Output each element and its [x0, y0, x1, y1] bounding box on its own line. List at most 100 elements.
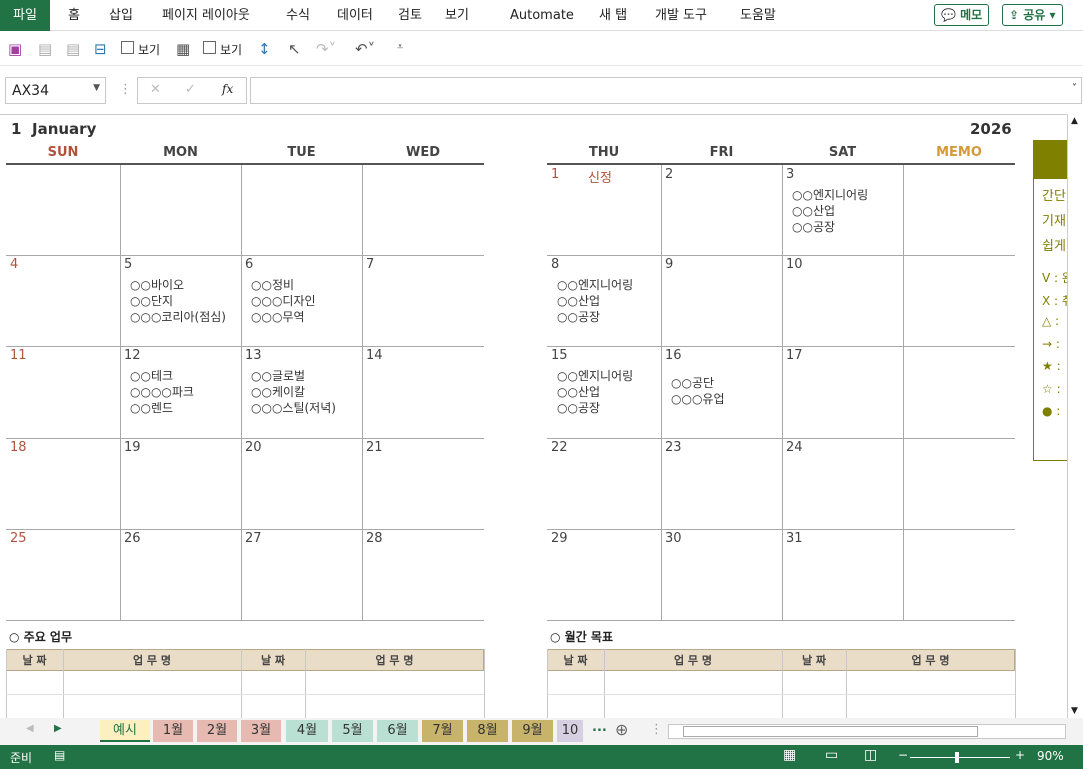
sheet-tab[interactable]: 10: [557, 720, 583, 742]
day-events[interactable]: ○○엔지니어링 ○○산업 ○○공장: [557, 277, 633, 325]
legend-item: V : 완: [1042, 271, 1067, 285]
scroll-up-icon[interactable]: ▲: [1071, 116, 1078, 126]
sheet-tab[interactable]: 8월: [467, 720, 508, 742]
day-number: 3: [786, 167, 795, 182]
memo-button[interactable]: 💬 메모: [934, 4, 990, 26]
cancel-icon[interactable]: ✕: [150, 82, 161, 97]
day-header-wed: WED: [405, 145, 440, 160]
view-checkbox-2[interactable]: [203, 41, 216, 54]
ribbon-tab[interactable]: 수식: [272, 0, 324, 31]
grid-line: [547, 529, 1015, 530]
day-events[interactable]: ○○공단 ○○○유업: [671, 375, 725, 407]
sheet-tab[interactable]: 2월: [197, 720, 237, 742]
name-box[interactable]: AX34 ▼: [5, 77, 106, 104]
prev-sheet-icon[interactable]: ◀: [26, 723, 34, 734]
view-label-1: 보기: [138, 43, 161, 57]
sheet-tab[interactable]: 예시: [100, 720, 150, 742]
formula-bar: AX34 ▼ ⋮ ✕ ✓ fx ˅: [0, 70, 1083, 110]
row-height-icon[interactable]: ↕: [258, 40, 271, 58]
sheet-tab[interactable]: 6월: [377, 720, 418, 742]
grid-line: [305, 649, 306, 718]
zoom-slider[interactable]: [910, 752, 1010, 763]
legend-item: → :: [1042, 336, 1060, 351]
paste-values-icon[interactable]: ▤: [38, 40, 52, 58]
scroll-thumb[interactable]: [683, 726, 978, 737]
ribbon-tab[interactable]: Automate: [496, 0, 588, 31]
normal-view-icon[interactable]: ▦: [783, 747, 796, 763]
vertical-scrollbar[interactable]: ▲ ▼: [1067, 114, 1083, 718]
ribbon-tab[interactable]: 페이지 레이아웃: [148, 0, 264, 31]
undo-icon[interactable]: ↶˅: [355, 40, 375, 58]
freeze-lock-icon[interactable]: ▦: [176, 40, 190, 58]
grid-line: [547, 649, 548, 718]
grid-line: [484, 649, 485, 718]
fit-width-icon[interactable]: ⊟: [94, 40, 107, 58]
sheet-tab[interactable]: 3월: [241, 720, 281, 742]
ribbon-tab[interactable]: 개발 도구: [641, 0, 721, 31]
day-events[interactable]: ○○글로벌 ○○케이칼 ○○○스틸(저녁): [251, 368, 336, 416]
ribbon-tab[interactable]: 데이터: [323, 0, 387, 31]
paste-formula-icon[interactable]: ▤: [66, 40, 80, 58]
memo-label: 메모: [960, 8, 983, 22]
memo-panel: 간단기재쉽게 V : 완 X : 취 △ : → : ★ : ☆ : ● :: [1033, 140, 1067, 461]
redo-icon[interactable]: ↷˅: [316, 40, 336, 58]
page-layout-icon[interactable]: ▭: [825, 747, 838, 763]
grid-line: [63, 649, 64, 718]
scroll-down-icon[interactable]: ▼: [1071, 706, 1078, 716]
memo-line: 쉽게: [1042, 239, 1066, 254]
next-sheet-icon[interactable]: ▶: [54, 723, 62, 734]
day-events[interactable]: ○○엔지니어링 ○○산업 ○○공장: [792, 187, 868, 235]
zoom-out-icon[interactable]: −: [898, 748, 908, 762]
sheet-tab[interactable]: 5월: [332, 720, 373, 742]
expand-icon[interactable]: ˅: [1072, 83, 1077, 94]
day-events[interactable]: ○○엔지니어링 ○○산업 ○○공장: [557, 368, 633, 416]
splitter-icon[interactable]: ⋮: [650, 722, 663, 737]
page-break-icon[interactable]: ◫: [864, 747, 877, 763]
zoom-slider-thumb[interactable]: [955, 752, 959, 763]
share-button[interactable]: ⇪ 공유 ▾: [1002, 4, 1063, 26]
day-events[interactable]: ○○정비 ○○○디자인 ○○○무역: [251, 277, 316, 325]
enter-icon[interactable]: ✓: [185, 82, 196, 97]
table-header-cell: 업 무 명: [132, 654, 172, 667]
add-sheet-icon[interactable]: ⊕: [615, 720, 628, 739]
ribbon-tab[interactable]: 파일: [0, 0, 50, 31]
more-tabs[interactable]: ...: [592, 720, 607, 735]
ribbon-tab[interactable]: 검토: [384, 0, 436, 31]
day-events[interactable]: ○○바이오 ○○단지 ○○○코리아(점심): [130, 277, 226, 325]
zoom-in-icon[interactable]: +: [1015, 748, 1025, 762]
sheet-tab[interactable]: 9월: [512, 720, 553, 742]
select-pointer-icon[interactable]: ↖: [288, 40, 301, 58]
grid-line: [241, 649, 242, 718]
table-header-cell: 날 짜: [563, 654, 588, 667]
ribbon-tab[interactable]: 도움말: [726, 0, 790, 31]
sheet-tab[interactable]: 4월: [286, 720, 328, 742]
ribbon-tab[interactable]: 삽입: [95, 0, 147, 31]
worksheet[interactable]: 1 January 2026 SUN MON TUE WED THU FRI SAT MEMO 1 신정…: [0, 114, 1067, 718]
day-events[interactable]: ○○테크 ○○○○파크 ○○렌드: [130, 368, 194, 416]
legend-item: ● :: [1042, 404, 1061, 418]
save-icon[interactable]: ▣: [8, 40, 22, 58]
memo-line: 기재: [1042, 214, 1066, 229]
sheet-tab[interactable]: 7월: [422, 720, 463, 742]
tasks-title: ○ 주요 업무: [9, 630, 72, 644]
ribbon-tab[interactable]: 보기: [431, 0, 483, 31]
zoom-level[interactable]: 90%: [1037, 749, 1064, 763]
grid-line: [903, 165, 904, 620]
horizontal-scrollbar[interactable]: [668, 724, 1066, 739]
ribbon-tab[interactable]: 홈: [54, 0, 94, 31]
day-number: 19: [124, 440, 141, 455]
day-header-sun: SUN: [47, 145, 79, 160]
legend-item: △ :: [1042, 314, 1060, 328]
formula-buttons: ✕ ✓ fx: [137, 77, 247, 104]
ribbon-tab[interactable]: 새 탭: [585, 0, 641, 31]
insert-function-icon[interactable]: fx: [222, 82, 233, 96]
sheet-tab[interactable]: 1월: [153, 720, 193, 742]
grid-line: [241, 165, 242, 620]
view-checkbox-1[interactable]: [121, 41, 134, 54]
table-header-cell: 업 무 명: [911, 654, 950, 667]
accessibility-icon[interactable]: ▤: [54, 748, 65, 762]
status-bar: 준비 ▤ ▦ ▭ ◫ − + 90%: [0, 745, 1083, 769]
customize-qat-icon[interactable]: ⩡: [397, 40, 403, 54]
more-icon: ⋮: [119, 82, 132, 97]
formula-input[interactable]: ˅: [250, 77, 1082, 104]
